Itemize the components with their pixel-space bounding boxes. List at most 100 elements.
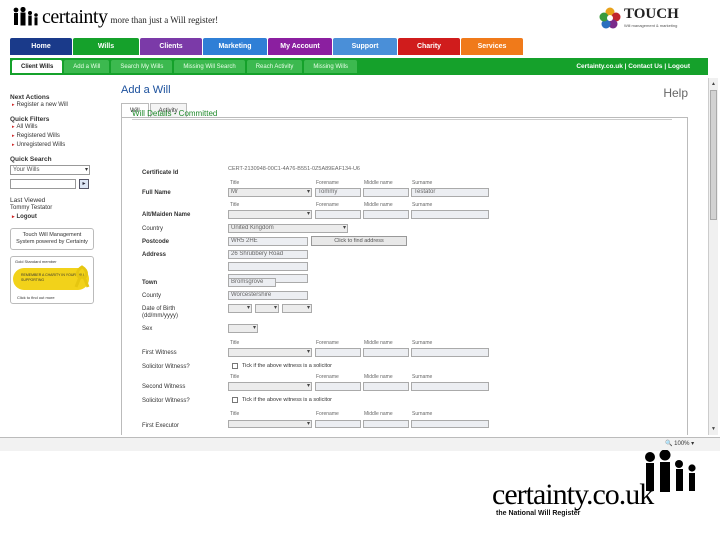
solicitor-witness-2-label: Solicitor Witness? xyxy=(142,398,190,404)
page-scrollbar[interactable]: ▲ ▼ xyxy=(708,78,718,435)
solicitor-witness-2-checkbox[interactable] xyxy=(232,397,238,403)
main-nav: Home Wills Clients Marketing My Account … xyxy=(10,38,524,55)
postcode-input[interactable]: WR5 2HE xyxy=(228,237,308,246)
dob-month-select[interactable] xyxy=(255,304,279,313)
first-executor-title-select[interactable] xyxy=(228,420,312,428)
surname-caption: Surname xyxy=(412,202,433,208)
second-witness-surname[interactable] xyxy=(411,382,489,391)
zoom-level[interactable]: 🔍 100% ▾ xyxy=(665,440,694,447)
scroll-up-icon[interactable]: ▲ xyxy=(710,80,717,88)
first-executor-middle[interactable] xyxy=(363,420,409,428)
postcode-label: Postcode xyxy=(142,239,170,245)
subtab-search-my-wills[interactable]: Search My Wills xyxy=(111,60,173,73)
filter-label: Unregistered Wills xyxy=(16,142,66,148)
forename-caption: Forename xyxy=(316,374,339,380)
solicitor-witness-2-text: Tick if the above witness is a solicitor xyxy=(242,397,332,403)
tab-services[interactable]: Services xyxy=(461,38,523,55)
address-label: Address xyxy=(142,252,167,258)
quick-search-input[interactable] xyxy=(10,179,76,189)
scroll-down-icon[interactable]: ▼ xyxy=(710,425,717,433)
surname-caption: Surname xyxy=(412,180,433,186)
badge-bottom-text: Click to find out more xyxy=(17,295,55,300)
select-value: Your Wills xyxy=(13,167,40,173)
left-sidebar: Next Actions ▸ Register a new Will Quick … xyxy=(10,90,105,304)
sex-select[interactable] xyxy=(228,324,258,333)
forename-caption: Forename xyxy=(316,202,339,208)
second-witness-title-select[interactable] xyxy=(228,382,312,391)
first-witness-forename[interactable] xyxy=(315,348,361,357)
search-go-button[interactable]: ▸ xyxy=(79,179,89,189)
forename-input[interactable]: Tommy xyxy=(315,188,361,197)
maiden-middle-input[interactable] xyxy=(363,210,409,219)
maiden-forename-input[interactable] xyxy=(315,210,361,219)
arrow-icon: ▸ xyxy=(12,214,15,220)
header: certainty more than just a Will register… xyxy=(0,0,720,36)
forename-caption: Forename xyxy=(316,340,339,346)
tab-wills[interactable]: Wills xyxy=(73,38,139,55)
county-input[interactable]: Worcestershire xyxy=(228,291,308,300)
first-executor-forename[interactable] xyxy=(315,420,361,428)
tab-my-account[interactable]: My Account xyxy=(268,38,332,55)
title-select[interactable]: Mr xyxy=(228,188,312,197)
subtab-missing-will-search[interactable]: Missing Will Search xyxy=(174,60,245,73)
arrow-icon: ▸ xyxy=(12,102,15,108)
arrow-icon: ▸ xyxy=(12,133,15,139)
section-divider xyxy=(132,119,672,120)
address-line-1[interactable]: 26 Shrubbery Road xyxy=(228,250,308,259)
surname-caption: Surname xyxy=(412,340,433,346)
logo-wordmark: certainty xyxy=(42,6,108,28)
tab-support[interactable]: Support xyxy=(333,38,397,55)
register-will-link[interactable]: ▸ Register a new Will xyxy=(12,101,105,110)
find-address-button[interactable]: Click to find address xyxy=(311,236,407,246)
filter-registered-wills[interactable]: ▸ Registered Wills xyxy=(12,132,105,141)
dob-day-select[interactable] xyxy=(228,304,252,313)
subtab-client-wills[interactable]: Client Wills xyxy=(12,60,63,73)
title-caption: Title xyxy=(230,340,240,346)
middle-name-caption: Middle name xyxy=(364,411,393,417)
subtab-missing-wills[interactable]: Missing Wills xyxy=(304,60,358,73)
town-label: Town xyxy=(142,280,158,286)
tab-home[interactable]: Home xyxy=(10,38,72,55)
arrow-icon: ▸ xyxy=(12,142,15,148)
touch-subtitle: Will management & marketing xyxy=(624,23,678,28)
badge-top-text: Gold Standard member xyxy=(15,259,57,264)
arrow-icon: ▸ xyxy=(12,124,15,130)
top-links[interactable]: Certainty.co.uk | Contact Us | Logout xyxy=(576,63,690,70)
logout-label: Logout xyxy=(16,214,37,220)
first-witness-title-select[interactable] xyxy=(228,348,312,357)
address-line-2[interactable] xyxy=(228,262,308,271)
tab-marketing[interactable]: Marketing xyxy=(203,38,267,55)
subtab-add-will[interactable]: Add a Will xyxy=(64,60,110,73)
certificate-id-value: CERT-2130948-00C1-4A76-B551-0Z5A89EAF134… xyxy=(228,166,360,172)
country-select[interactable]: United Kingdom xyxy=(228,224,348,233)
surname-input[interactable]: Testator xyxy=(411,188,489,197)
certainty-logo[interactable]: certainty more than just a Will register… xyxy=(12,7,218,27)
logout-link[interactable]: ▸ Logout xyxy=(12,213,105,222)
last-viewed-link[interactable]: Tommy Testator xyxy=(10,204,105,213)
help-link[interactable]: Help xyxy=(663,86,688,100)
maiden-title-select[interactable] xyxy=(228,210,312,219)
quick-search-select[interactable]: Your Wills ▾ xyxy=(10,165,90,175)
filter-all-wills[interactable]: ▸ All Wills xyxy=(12,123,105,132)
chevron-down-icon: ▾ xyxy=(84,167,88,173)
zoom-value: 100% xyxy=(674,441,690,447)
tab-charity[interactable]: Charity xyxy=(398,38,460,55)
subtab-reach-activity[interactable]: Reach Activity xyxy=(246,60,303,73)
zoom-icon: 🔍 xyxy=(665,441,673,447)
second-witness-middle[interactable] xyxy=(363,382,409,391)
first-witness-label: First Witness xyxy=(142,350,177,356)
middle-name-input[interactable] xyxy=(363,188,409,197)
first-witness-surname[interactable] xyxy=(411,348,489,357)
first-witness-middle[interactable] xyxy=(363,348,409,357)
town-input[interactable]: Bromsgrove xyxy=(228,278,276,287)
scrollbar-thumb[interactable] xyxy=(710,90,717,220)
maiden-surname-input[interactable] xyxy=(411,210,489,219)
dob-year-select[interactable] xyxy=(282,304,312,313)
solicitor-witness-1-checkbox[interactable] xyxy=(232,363,238,369)
tab-clients[interactable]: Clients xyxy=(140,38,202,55)
filter-unregistered-wills[interactable]: ▸ Unregistered Wills xyxy=(12,141,105,150)
second-witness-forename[interactable] xyxy=(315,382,361,391)
charity-badge-box[interactable]: Gold Standard member REMEMBER A CHARITY … xyxy=(10,256,94,304)
first-executor-surname[interactable] xyxy=(411,420,489,428)
title-caption: Title xyxy=(230,202,240,208)
